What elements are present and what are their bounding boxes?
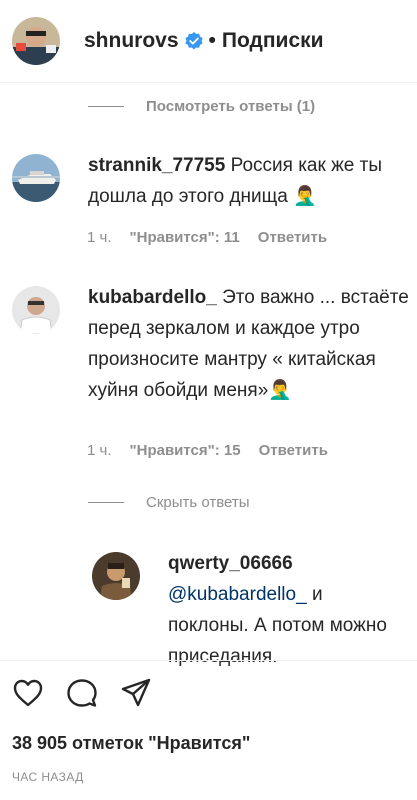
comment-author[interactable]: qwerty_06666 — [168, 553, 293, 574]
comment-body: kubabardello_ Это важно ... встаёте пере… — [88, 282, 412, 406]
post-actions — [12, 677, 174, 709]
following-button[interactable]: Подписки — [222, 29, 324, 53]
comment-likes[interactable]: "Нравится": 11 — [130, 229, 240, 246]
comment-body: qwerty_06666 @kubabardello_ и поклоны. А… — [168, 548, 388, 672]
thread-line — [88, 502, 124, 503]
reply-comment: qwerty_06666 @kubabardello_ и поклоны. А… — [92, 548, 417, 672]
comment-meta: 1 ч. "Нравится": 11 Ответить — [87, 229, 327, 246]
comment-body: strannik_77755 Россия как же ты дошла до… — [88, 150, 412, 212]
comment-likes[interactable]: "Нравится": 15 — [130, 442, 241, 459]
reply-button[interactable]: Ответить — [258, 229, 327, 246]
heart-icon[interactable] — [12, 677, 44, 709]
comment-bubble-icon[interactable] — [66, 677, 98, 709]
commenter-avatar[interactable] — [12, 286, 60, 334]
actions-divider — [0, 660, 417, 661]
comment: strannik_77755 Россия как же ты дошла до… — [12, 150, 412, 212]
author-username[interactable]: shnurovs — [84, 29, 179, 53]
header-separator: • — [208, 29, 216, 52]
likes-count[interactable]: 38 905 отметок "Нравится" — [12, 733, 250, 754]
post-header: shnurovs • Подписки — [0, 0, 417, 82]
comment-author[interactable]: strannik_77755 — [88, 155, 225, 176]
verified-badge-icon — [184, 32, 203, 50]
thread-line — [88, 106, 124, 107]
reply-button[interactable]: Ответить — [259, 442, 328, 459]
author-avatar[interactable] — [12, 17, 60, 65]
header-divider — [0, 82, 417, 83]
commenter-avatar[interactable] — [12, 154, 60, 202]
comment: kubabardello_ Это важно ... встаёте пере… — [12, 282, 412, 406]
view-replies-label: Посмотреть ответы (1) — [146, 98, 316, 115]
comment-meta: 1 ч. "Нравится": 15 Ответить — [87, 442, 328, 459]
comment-time: 1 ч. — [87, 229, 112, 246]
comment-time: 1 ч. — [87, 442, 112, 459]
hide-replies-label: Скрыть ответы — [146, 494, 250, 511]
commenter-avatar[interactable] — [92, 552, 140, 600]
comment-author[interactable]: kubabardello_ — [88, 287, 217, 308]
post-timestamp: ЧАС НАЗАД — [12, 770, 84, 784]
hide-replies-button[interactable]: Скрыть ответы — [88, 494, 250, 511]
comment-mention[interactable]: @kubabardello_ — [168, 584, 307, 605]
paper-plane-icon[interactable] — [120, 677, 152, 709]
view-replies-button[interactable]: Посмотреть ответы (1) — [88, 98, 315, 115]
